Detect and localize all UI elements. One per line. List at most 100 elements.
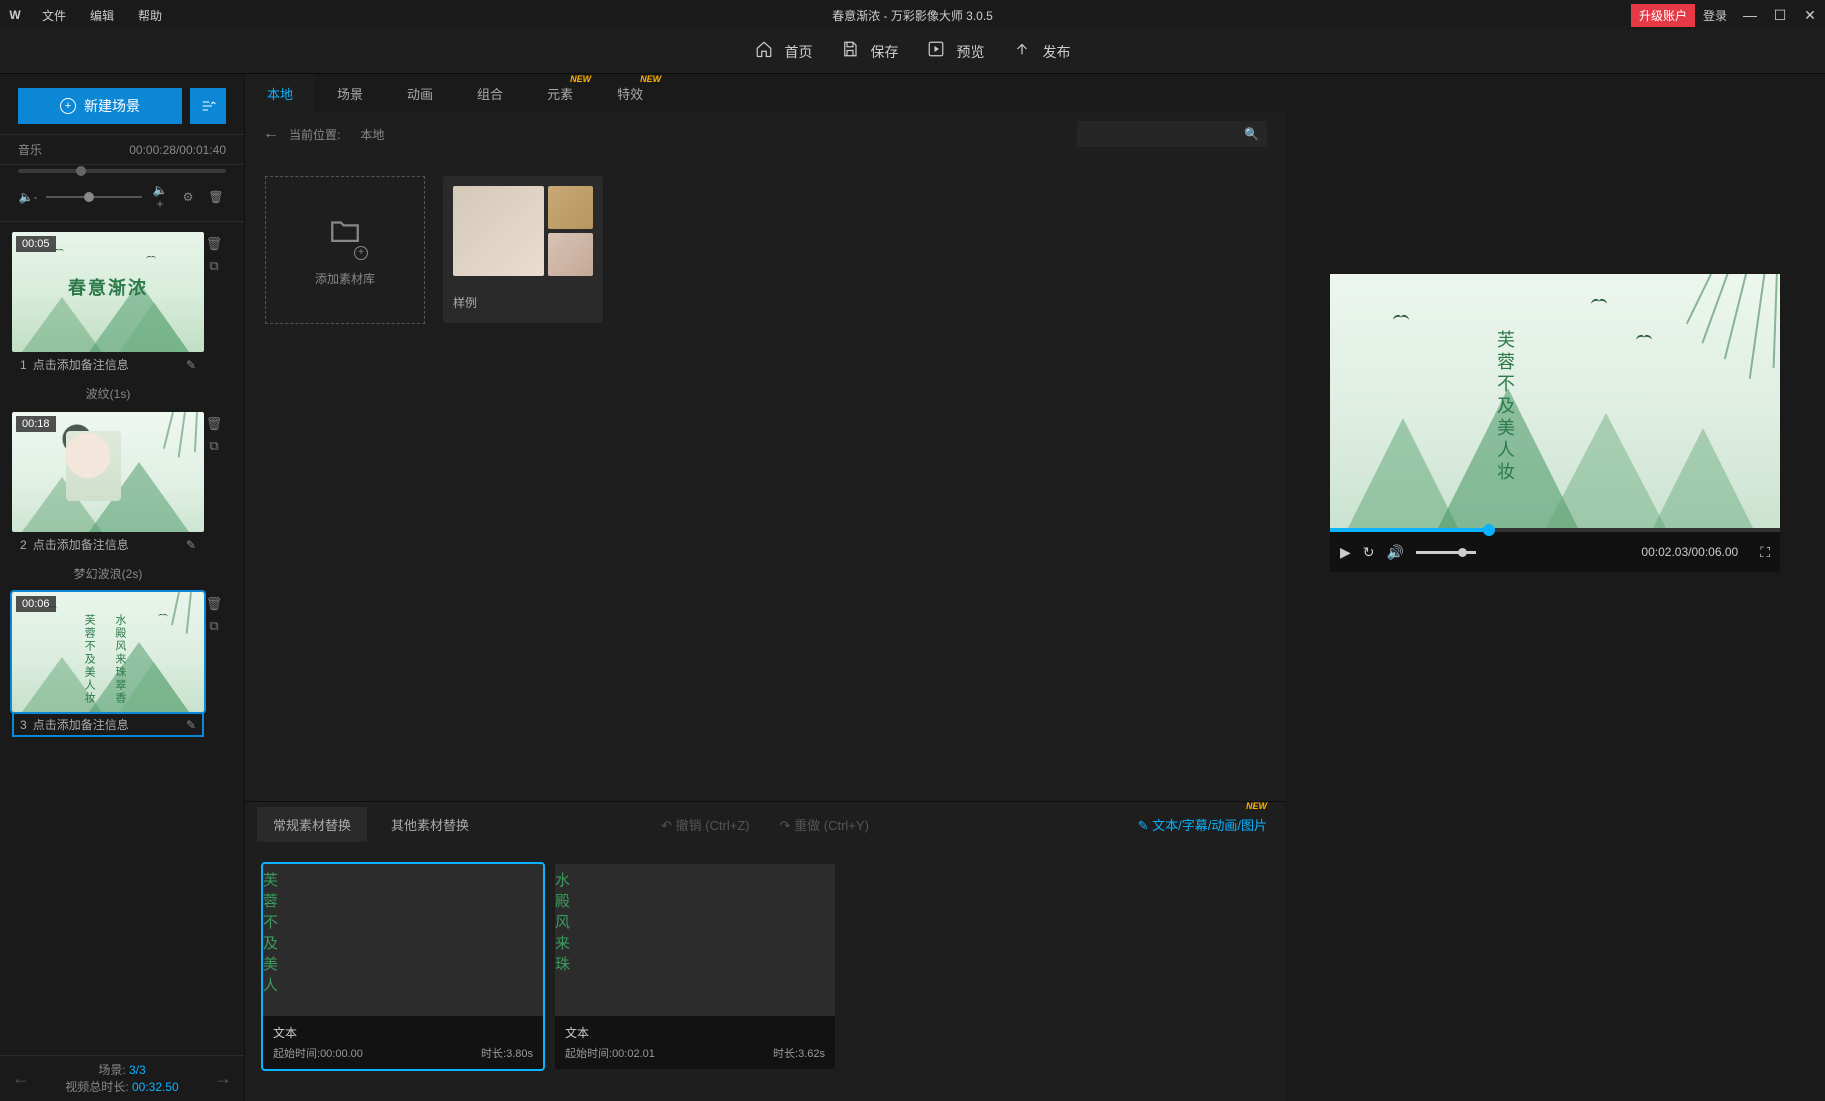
volume-icon[interactable]: 🔊 — [1387, 544, 1404, 561]
breadcrumb-row: ← 当前位置: 本地 🔍 — [245, 112, 1285, 156]
scene-item-1[interactable]: 春意渐浓 00:05 🗑 ⧉ 1 点击添加备注信息 ✎ — [12, 232, 232, 377]
login-button[interactable]: 登录 — [1703, 7, 1727, 24]
upgrade-account-button[interactable]: 升级账户 — [1631, 4, 1695, 27]
menu-file[interactable]: 文件 — [30, 7, 78, 24]
clip-2-text-preview: 水殿风来珠 — [555, 864, 579, 1016]
preview-icon — [927, 40, 951, 63]
asset-folder-label: 样例 — [443, 286, 603, 323]
breadcrumb-back-button[interactable]: ← — [263, 125, 279, 143]
tab-combo[interactable]: 组合 — [455, 74, 525, 112]
preview-time: 00:02.03/00:06.00 — [1641, 545, 1738, 559]
toolbar-save[interactable]: 保存 — [841, 40, 899, 63]
play-button[interactable]: ▶ — [1340, 544, 1351, 561]
scene-2-delete-icon[interactable]: 🗑 — [206, 416, 223, 432]
add-asset-label: 添加素材库 — [315, 270, 375, 287]
transition-label-2[interactable]: 梦幻波浪(2s) — [12, 565, 204, 582]
clip-item-2[interactable]: 水殿风来珠 文本 起始时间:00:02.01 时长:3.62s — [555, 864, 835, 1069]
maximize-button[interactable]: ☐ — [1765, 7, 1795, 24]
undo-button: ↶ 撤销 (Ctrl+Z) — [661, 815, 750, 834]
new-scene-button[interactable]: + 新建场景 — [18, 88, 182, 124]
loop-button[interactable]: ↻ — [1363, 544, 1375, 561]
window-title: 春意渐浓 - 万彩影像大师 3.0.5 — [832, 7, 993, 24]
scene-item-2[interactable]: 00:18 🗑 ⧉ 2 点击添加备注信息 ✎ — [12, 412, 232, 557]
asset-folder-sample[interactable]: 样例 — [443, 176, 603, 323]
breadcrumb-value: 本地 — [360, 126, 384, 143]
minimize-button[interactable]: — — [1735, 7, 1765, 23]
clip-list: 芙蓉不及美人 文本 起始时间:00:00.00 时长:3.80s 水殿风来珠 — [245, 846, 1285, 1101]
preview-volume-slider[interactable] — [1416, 551, 1476, 554]
add-asset-library-button[interactable]: + 添加素材库 — [265, 176, 425, 324]
tab-other-replace[interactable]: 其他素材替换 — [375, 807, 485, 842]
breadcrumb-label: 当前位置: — [289, 126, 340, 143]
menu-help[interactable]: 帮助 — [126, 7, 174, 24]
close-button[interactable]: ✕ — [1795, 7, 1825, 24]
toolbar-home[interactable]: 首页 — [755, 40, 813, 63]
transition-label-1[interactable]: 波纹(1s) — [12, 385, 204, 402]
scene-3-edit-icon[interactable]: ✎ — [186, 718, 202, 732]
clip-2-duration: 3.62s — [798, 1048, 825, 1060]
music-info-row: 音乐 00:00:28/00:01:40 — [0, 134, 244, 165]
scene-3-caption[interactable]: 点击添加备注信息 — [33, 716, 186, 733]
asset-grid: + 添加素材库 样例 — [245, 156, 1285, 801]
tab-effect[interactable]: 特效NEW — [595, 74, 665, 112]
scene-2-index: 2 — [14, 538, 33, 552]
clip-item-1[interactable]: 芙蓉不及美人 文本 起始时间:00:00.00 时长:3.80s — [263, 864, 543, 1069]
preview-progress-bar[interactable] — [1330, 528, 1780, 532]
clip-1-type: 文本 — [273, 1024, 533, 1041]
scene-2-copy-icon[interactable]: ⧉ — [209, 438, 218, 454]
app-logo: W — [0, 8, 30, 22]
scene-list: 春意渐浓 00:05 🗑 ⧉ 1 点击添加备注信息 ✎ 波纹(1s) — [0, 222, 244, 1055]
fullscreen-button[interactable]: ⛶ — [1760, 544, 1770, 561]
scene-1-delete-icon[interactable]: 🗑 — [206, 236, 223, 252]
toolbar-preview[interactable]: 预览 — [927, 40, 985, 63]
toolbar-publish[interactable]: 发布 — [1013, 40, 1071, 63]
clip-1-start: 00:00.00 — [320, 1048, 363, 1060]
bottom-panel: 常规素材替换 其他素材替换 ↶ 撤销 (Ctrl+Z) ↷ 重做 (Ctrl+Y… — [245, 801, 1285, 1101]
clip-2-start: 00:02.01 — [612, 1048, 655, 1060]
scene-1-caption[interactable]: 点击添加备注信息 — [33, 356, 186, 373]
tab-normal-replace[interactable]: 常规素材替换 — [257, 807, 367, 842]
sort-scenes-button[interactable] — [190, 88, 226, 124]
clip-1-text-preview: 芙蓉不及美人 — [263, 864, 287, 1016]
scene-3-copy-icon[interactable]: ⧉ — [209, 618, 218, 634]
new-scene-label: 新建场景 — [84, 96, 140, 116]
music-progress-bar[interactable] — [18, 169, 226, 173]
asset-search-input[interactable] — [1085, 127, 1244, 141]
scene-1-edit-icon[interactable]: ✎ — [186, 358, 202, 372]
preview-canvas[interactable]: 芙蓉不及美人妆 — [1330, 274, 1780, 528]
asset-search-box[interactable]: 🔍 — [1077, 121, 1267, 147]
next-scene-button[interactable]: → — [214, 1068, 232, 1089]
tab-local[interactable]: 本地 — [245, 74, 315, 112]
scene-1-copy-icon[interactable]: ⧉ — [209, 258, 218, 274]
music-settings-icon[interactable]: ⚙ — [178, 190, 198, 204]
main-toolbar: 首页 保存 预览 发布 — [0, 30, 1825, 74]
edit-text-media-link[interactable]: NEW ✎ 文本/字幕/动画/图片 — [1138, 815, 1267, 834]
toolbar-preview-label: 预览 — [957, 42, 985, 62]
publish-icon — [1013, 40, 1037, 63]
music-delete-icon[interactable]: 🗑 — [206, 190, 226, 204]
total-duration-label: 视频总时长: — [65, 1080, 128, 1094]
scene-2-edit-icon[interactable]: ✎ — [186, 538, 202, 552]
search-icon[interactable]: 🔍 — [1244, 127, 1259, 141]
center-panel: 本地 场景 动画 组合 元素NEW 特效NEW ← 当前位置: 本地 🔍 + 添… — [245, 74, 1285, 1101]
scene-3-vtext-b: 水殿风来珠翠香 — [112, 614, 128, 705]
scene-sidebar: + 新建场景 音乐 00:00:28/00:01:40 🔈- 🔈+ ⚙ 🗑 — [0, 74, 245, 1101]
scene-3-index: 3 — [14, 718, 33, 732]
clip-1-duration: 3.80s — [506, 1048, 533, 1060]
tab-element[interactable]: 元素NEW — [525, 74, 595, 112]
menu-edit[interactable]: 编辑 — [78, 7, 126, 24]
scene-3-delete-icon[interactable]: 🗑 — [206, 596, 223, 612]
toolbar-home-label: 首页 — [785, 42, 813, 62]
volume-down-icon[interactable]: 🔈- — [18, 190, 38, 204]
preview-panel: 芙蓉不及美人妆 ▶ ↻ 🔊 00:02.03/00:06.00 ⛶ — [1285, 74, 1825, 1101]
scene-2-caption[interactable]: 点击添加备注信息 — [33, 536, 186, 553]
scene-item-3[interactable]: 芙蓉不及美人妆 水殿风来珠翠香 00:06 🗑 ⧉ — [12, 592, 232, 737]
tab-animation[interactable]: 动画 — [385, 74, 455, 112]
redo-button: ↷ 重做 (Ctrl+Y) — [780, 815, 869, 834]
asset-folder-thumbnail — [443, 176, 603, 286]
music-label: 音乐 — [18, 141, 42, 158]
tab-scene[interactable]: 场景 — [315, 74, 385, 112]
volume-up-icon[interactable]: 🔈+ — [150, 183, 170, 211]
prev-scene-button[interactable]: ← — [12, 1068, 30, 1089]
volume-slider[interactable] — [46, 196, 142, 198]
